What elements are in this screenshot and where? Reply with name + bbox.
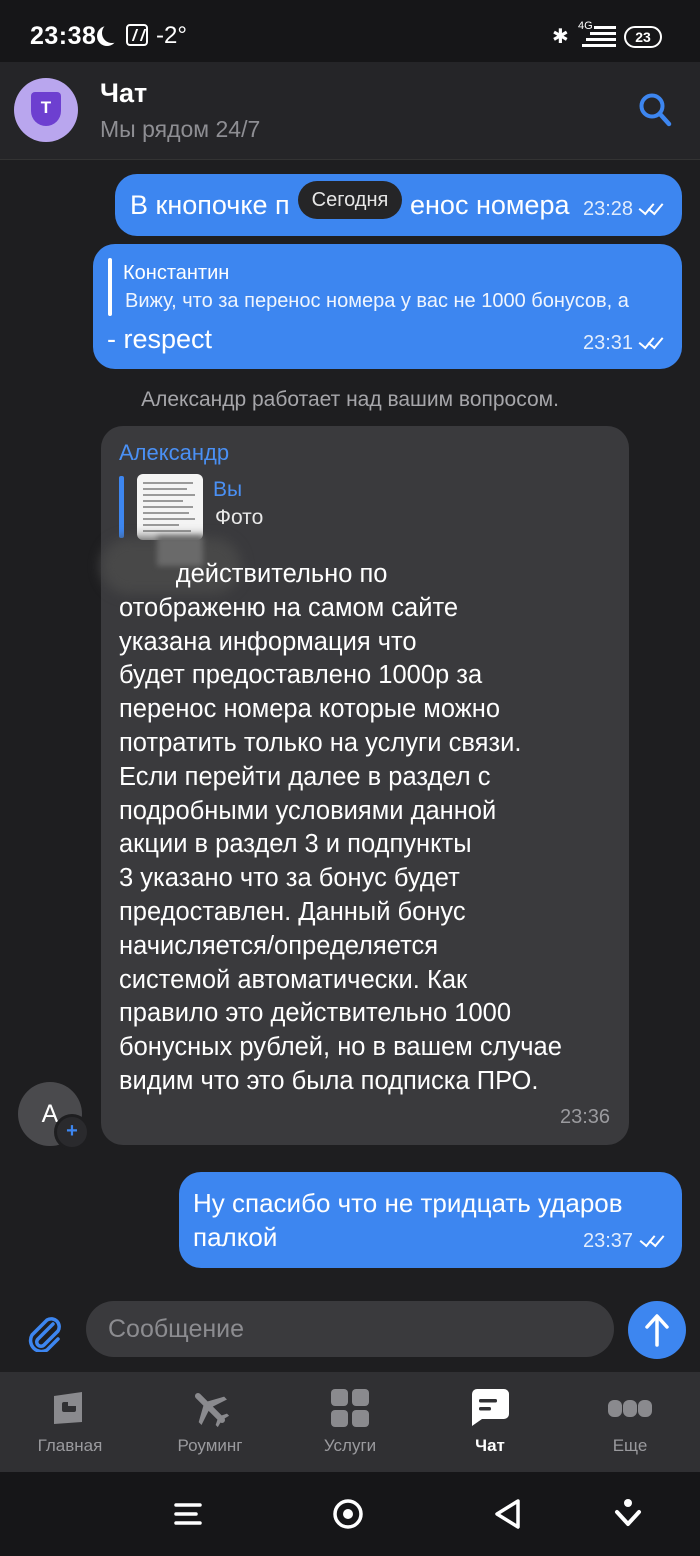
reply-bar	[108, 258, 112, 316]
signal-icon: 4G	[578, 20, 616, 48]
tab-chat[interactable]: Чат	[420, 1372, 560, 1472]
operator-logo: T	[14, 78, 78, 142]
double-check-icon	[639, 334, 665, 348]
sender-name: Александр	[119, 440, 230, 465]
system-nav-bar	[0, 1472, 700, 1556]
home-circle-icon[interactable]	[328, 1494, 368, 1534]
accessibility-icon[interactable]	[608, 1494, 648, 1534]
arrow-up-icon	[645, 1314, 669, 1347]
search-icon[interactable]	[638, 92, 672, 128]
send-button[interactable]	[628, 1301, 686, 1359]
message-bubble-outgoing[interactable]: Ну спасибо что не тридцать ударов палкой…	[179, 1172, 682, 1268]
system-note: Александр работает над вашим вопросом.	[141, 388, 559, 411]
bottom-tab-bar: Главная Роуминг Услуги Чат Еще	[0, 1372, 700, 1472]
tab-label: Чат	[475, 1436, 505, 1455]
menu-icon[interactable]	[168, 1494, 208, 1534]
nfc-icon	[126, 24, 148, 46]
message-input[interactable]	[86, 1301, 614, 1357]
status-time: 23:38	[30, 22, 97, 50]
plus-icon[interactable]: +	[54, 1114, 90, 1150]
reply-text: Вижу, что за перенос номера у вас не 100…	[125, 290, 629, 312]
message-time: 23:28	[583, 198, 634, 220]
chat-icon	[472, 1389, 509, 1426]
bluetooth-icon: ✱	[552, 26, 569, 48]
tab-label: Главная	[37, 1436, 103, 1455]
quote-text: Фото	[215, 506, 264, 529]
status-bar: 23:38 -2° ✱ 4G 23	[0, 0, 700, 62]
message-bubble-incoming[interactable]: Александр Вы Фото действительно по отобр…	[101, 426, 629, 1145]
quote-author: Вы	[213, 478, 243, 501]
photo-thumbnail[interactable]	[137, 474, 203, 540]
tab-roaming[interactable]: Роуминг	[140, 1372, 280, 1472]
message-text: Ну спасибо что не тридцать ударов палкой	[193, 1188, 623, 1252]
tab-label: Услуги	[323, 1436, 377, 1455]
message-text: - respect	[107, 324, 213, 354]
tab-label: Роуминг	[177, 1436, 243, 1455]
message-text-continued: енос номера	[410, 190, 570, 220]
status-temperature: -2°	[156, 22, 187, 49]
shield-icon: T	[31, 92, 61, 126]
paperclip-icon[interactable]	[24, 1312, 64, 1352]
back-icon[interactable]	[488, 1494, 528, 1534]
home-icon	[54, 1392, 82, 1424]
network-type: 4G	[578, 20, 593, 32]
chat-header: T Чат Мы рядом 24/7	[0, 62, 700, 160]
tab-home[interactable]: Главная	[0, 1372, 140, 1472]
message-time: 23:36	[560, 1106, 611, 1128]
page-subtitle: Мы рядом 24/7	[100, 116, 261, 142]
message-time: 23:37	[583, 1230, 634, 1252]
battery-level: 23	[624, 26, 662, 48]
message-text: В кнопочке п	[130, 190, 290, 220]
services-grid-icon	[331, 1389, 369, 1427]
double-check-icon	[639, 200, 665, 214]
more-dots-icon	[608, 1400, 652, 1417]
tab-more[interactable]: Еще	[560, 1372, 700, 1472]
moon-icon	[102, 23, 122, 43]
message-time: 23:31	[583, 332, 634, 354]
message-text: действительно по отображеню на самом сай…	[119, 560, 562, 1095]
tab-label: Еще	[612, 1436, 648, 1455]
date-badge: Сегодня	[298, 181, 402, 219]
double-check-icon	[640, 1232, 666, 1246]
page-title: Чат	[100, 78, 148, 108]
message-composer	[0, 1290, 700, 1370]
reply-author: Константин	[123, 262, 230, 284]
airplane-icon	[194, 1392, 230, 1428]
message-bubble-outgoing[interactable]: Константин Вижу, что за перенос номера у…	[93, 244, 682, 369]
quote-bar	[119, 476, 124, 538]
tab-services[interactable]: Услуги	[280, 1372, 420, 1472]
